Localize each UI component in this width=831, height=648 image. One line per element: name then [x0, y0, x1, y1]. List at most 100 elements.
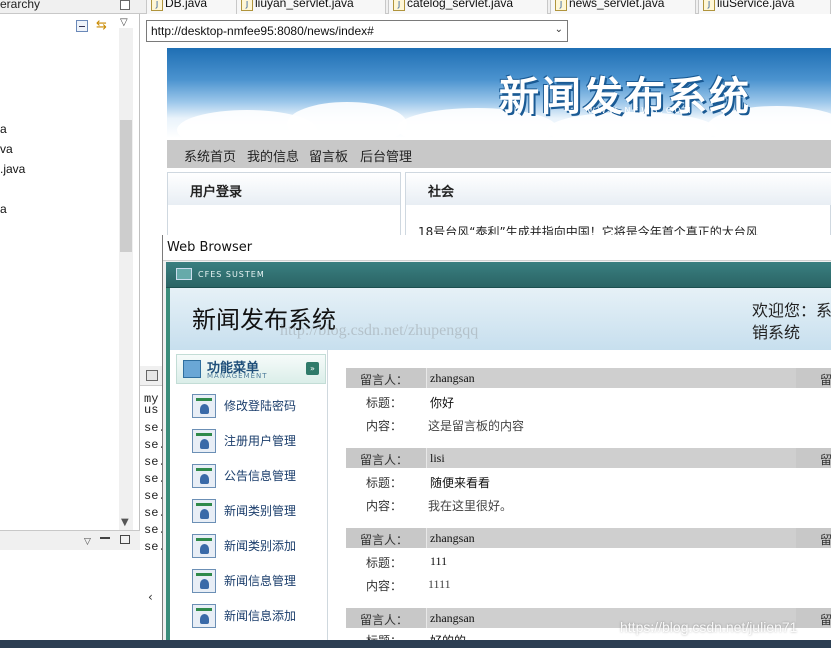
content-label: 内容： [366, 419, 403, 433]
chevron-down-icon[interactable]: ⌄ [555, 24, 563, 35]
java-file-icon: J [393, 0, 405, 11]
collapse-all-icon[interactable] [76, 20, 88, 32]
site-subtitle: WWW.NEWS.COM [587, 106, 694, 115]
view-toolbar: ▽ [0, 530, 140, 550]
system-header: 新闻发布系统 http://blog.csdn.net/zhupengqq 欢迎… [166, 288, 831, 350]
news-category-title: 社会 [428, 185, 455, 200]
menu-list-icon [183, 360, 201, 378]
tree-item[interactable]: a [0, 122, 7, 136]
nav-message-board[interactable]: 留言板 [309, 146, 348, 165]
message-author: zhangsan [430, 531, 475, 545]
link-with-editor-icon[interactable]: ⇆ [96, 18, 107, 33]
menu-item-label: 新闻类别添加 [224, 539, 297, 553]
menu-item-news-add[interactable]: 新闻信息添加 [188, 602, 324, 630]
view-minimize-icon[interactable] [120, 0, 130, 10]
message-author: zhangsan [430, 371, 475, 385]
menu-item-label: 注册用户管理 [224, 434, 297, 448]
user-card-icon [192, 394, 216, 418]
menu-item-announcements[interactable]: 公告信息管理 [188, 462, 324, 490]
message-content: 这是留言板的内容 [428, 419, 525, 433]
page-watermark: https://blog.csdn.net/julien71 [620, 619, 798, 635]
window-titlebar[interactable]: Web Browser [163, 235, 831, 261]
author-label: 留言人： [360, 533, 409, 547]
menu-item-registered-users[interactable]: 注册用户管理 [188, 427, 324, 455]
site-banner: 新闻发布系统 WWW.NEWS.COM [167, 48, 831, 138]
author-label: 留言人： [360, 453, 409, 467]
watermark-text: http://blog.csdn.net/zhupengqq [280, 322, 479, 339]
message-board-list: 留言人： zhangsan 留 标题： 你好 内容： 这是留言板的内容 留言人：… [328, 350, 831, 648]
author-label-extra: 留 [820, 613, 831, 627]
editor-tab-liuservice[interactable]: J liuService.java [698, 0, 831, 14]
editor-tab-label: liuyan_servlet.java [255, 0, 354, 10]
content-label: 内容： [366, 499, 403, 513]
console-icon[interactable] [146, 370, 158, 381]
menu-item-category-manage[interactable]: 新闻类别管理 [188, 497, 324, 525]
message-title: 你好 [430, 396, 455, 410]
user-card-icon [192, 429, 216, 453]
nav-home[interactable]: 系统首页 [184, 146, 236, 165]
welcome-line: 欢迎您：系 [752, 301, 831, 320]
author-label: 留言人： [360, 613, 409, 627]
java-file-icon: J [241, 0, 253, 11]
menu-item-label: 公告信息管理 [224, 469, 297, 483]
monitor-icon [176, 268, 192, 280]
title-label: 标题： [366, 396, 403, 410]
system-top-bar: CFES SUSTEM [166, 262, 831, 288]
message-entry: 留言人： zhangsan 留 标题： 111 内容： 1111 [346, 528, 831, 608]
editor-tab-label: liuService.java [717, 0, 795, 10]
menu-item-label: 新闻信息添加 [224, 609, 297, 623]
user-card-icon [192, 604, 216, 628]
scroll-left-icon[interactable]: ‹ [148, 590, 153, 604]
tree-item[interactable]: a [0, 202, 7, 216]
menu-item-label: 新闻类别管理 [224, 504, 297, 518]
nav-admin[interactable]: 后台管理 [360, 146, 412, 165]
message-entry: 留言人： lisi 留 标题： 随便来看看 内容： 我在这里很好。 [346, 448, 831, 528]
tree-item[interactable]: .java [0, 162, 25, 176]
logout-link[interactable]: 销系统 [752, 322, 831, 344]
type-hierarchy-tab[interactable]: erarchy [0, 0, 40, 13]
nav-my-info[interactable]: 我的信息 [247, 146, 299, 165]
editor-tab-db[interactable]: J DB.java [146, 0, 242, 14]
admin-page: CFES SUSTEM 新闻发布系统 http://blog.csdn.net/… [166, 262, 831, 648]
menu-item-label: 修改登陆密码 [224, 399, 297, 413]
url-input[interactable]: http://desktop-nmfee95:8080/news/index# … [146, 20, 568, 42]
message-content: 1111 [428, 577, 451, 591]
message-entry: 留言人： zhangsan 留 标题： 你好 内容： 这是留言板的内容 [346, 368, 831, 448]
login-panel-header: 用户登录 [168, 173, 400, 205]
user-card-icon [192, 464, 216, 488]
menu-item-label: 新闻信息管理 [224, 574, 297, 588]
minimize-icon[interactable] [100, 537, 110, 539]
author-label-extra: 留 [820, 453, 831, 467]
scroll-down-icon[interactable]: ▼ [121, 517, 129, 528]
system-code-label: CFES SUSTEM [198, 270, 265, 279]
message-title: 随便来看看 [430, 476, 491, 490]
package-explorer: ⇆ ▽ a va .java a ▼ [0, 14, 140, 530]
editor-tab-label: news_servlet.java [569, 0, 665, 10]
content-label: 内容： [366, 579, 403, 593]
message-author: lisi [430, 451, 445, 465]
author-label-extra: 留 [820, 373, 831, 387]
login-title: 用户登录 [190, 185, 243, 200]
user-card-icon [192, 534, 216, 558]
menu-item-category-add[interactable]: 新闻类别添加 [188, 532, 324, 560]
user-card-icon [192, 569, 216, 593]
view-menu-icon[interactable]: ▽ [120, 17, 128, 28]
view-menu-icon[interactable]: ▽ [84, 537, 91, 547]
function-menu: 功能菜单 MANAGEMENT » 修改登陆密码 注册用户管理 公告信息管理 新… [166, 350, 334, 648]
url-text: http://desktop-nmfee95:8080/news/index# [151, 24, 374, 38]
editor-tab-catelog-servlet[interactable]: J catelog_servlet.java [388, 0, 548, 14]
java-file-icon: J [555, 0, 567, 11]
menu-item-change-password[interactable]: 修改登陆密码 [188, 392, 324, 420]
window-title: Web Browser [167, 240, 253, 255]
scrollbar-thumb[interactable] [120, 120, 132, 252]
news-panel-header: 社会 [406, 173, 831, 205]
maximize-icon[interactable] [120, 535, 130, 544]
author-label: 留言人： [360, 373, 409, 387]
package-explorer-scrollbar[interactable]: ▼ [119, 28, 133, 530]
menu-item-news-manage[interactable]: 新闻信息管理 [188, 567, 324, 595]
collapse-menu-icon[interactable]: » [306, 362, 319, 375]
editor-tab-liuyan-servlet[interactable]: J liuyan_servlet.java [236, 0, 386, 14]
tree-item[interactable]: va [0, 142, 13, 156]
title-label: 标题： [366, 556, 403, 570]
editor-tab-news-servlet[interactable]: J news_servlet.java [550, 0, 696, 14]
